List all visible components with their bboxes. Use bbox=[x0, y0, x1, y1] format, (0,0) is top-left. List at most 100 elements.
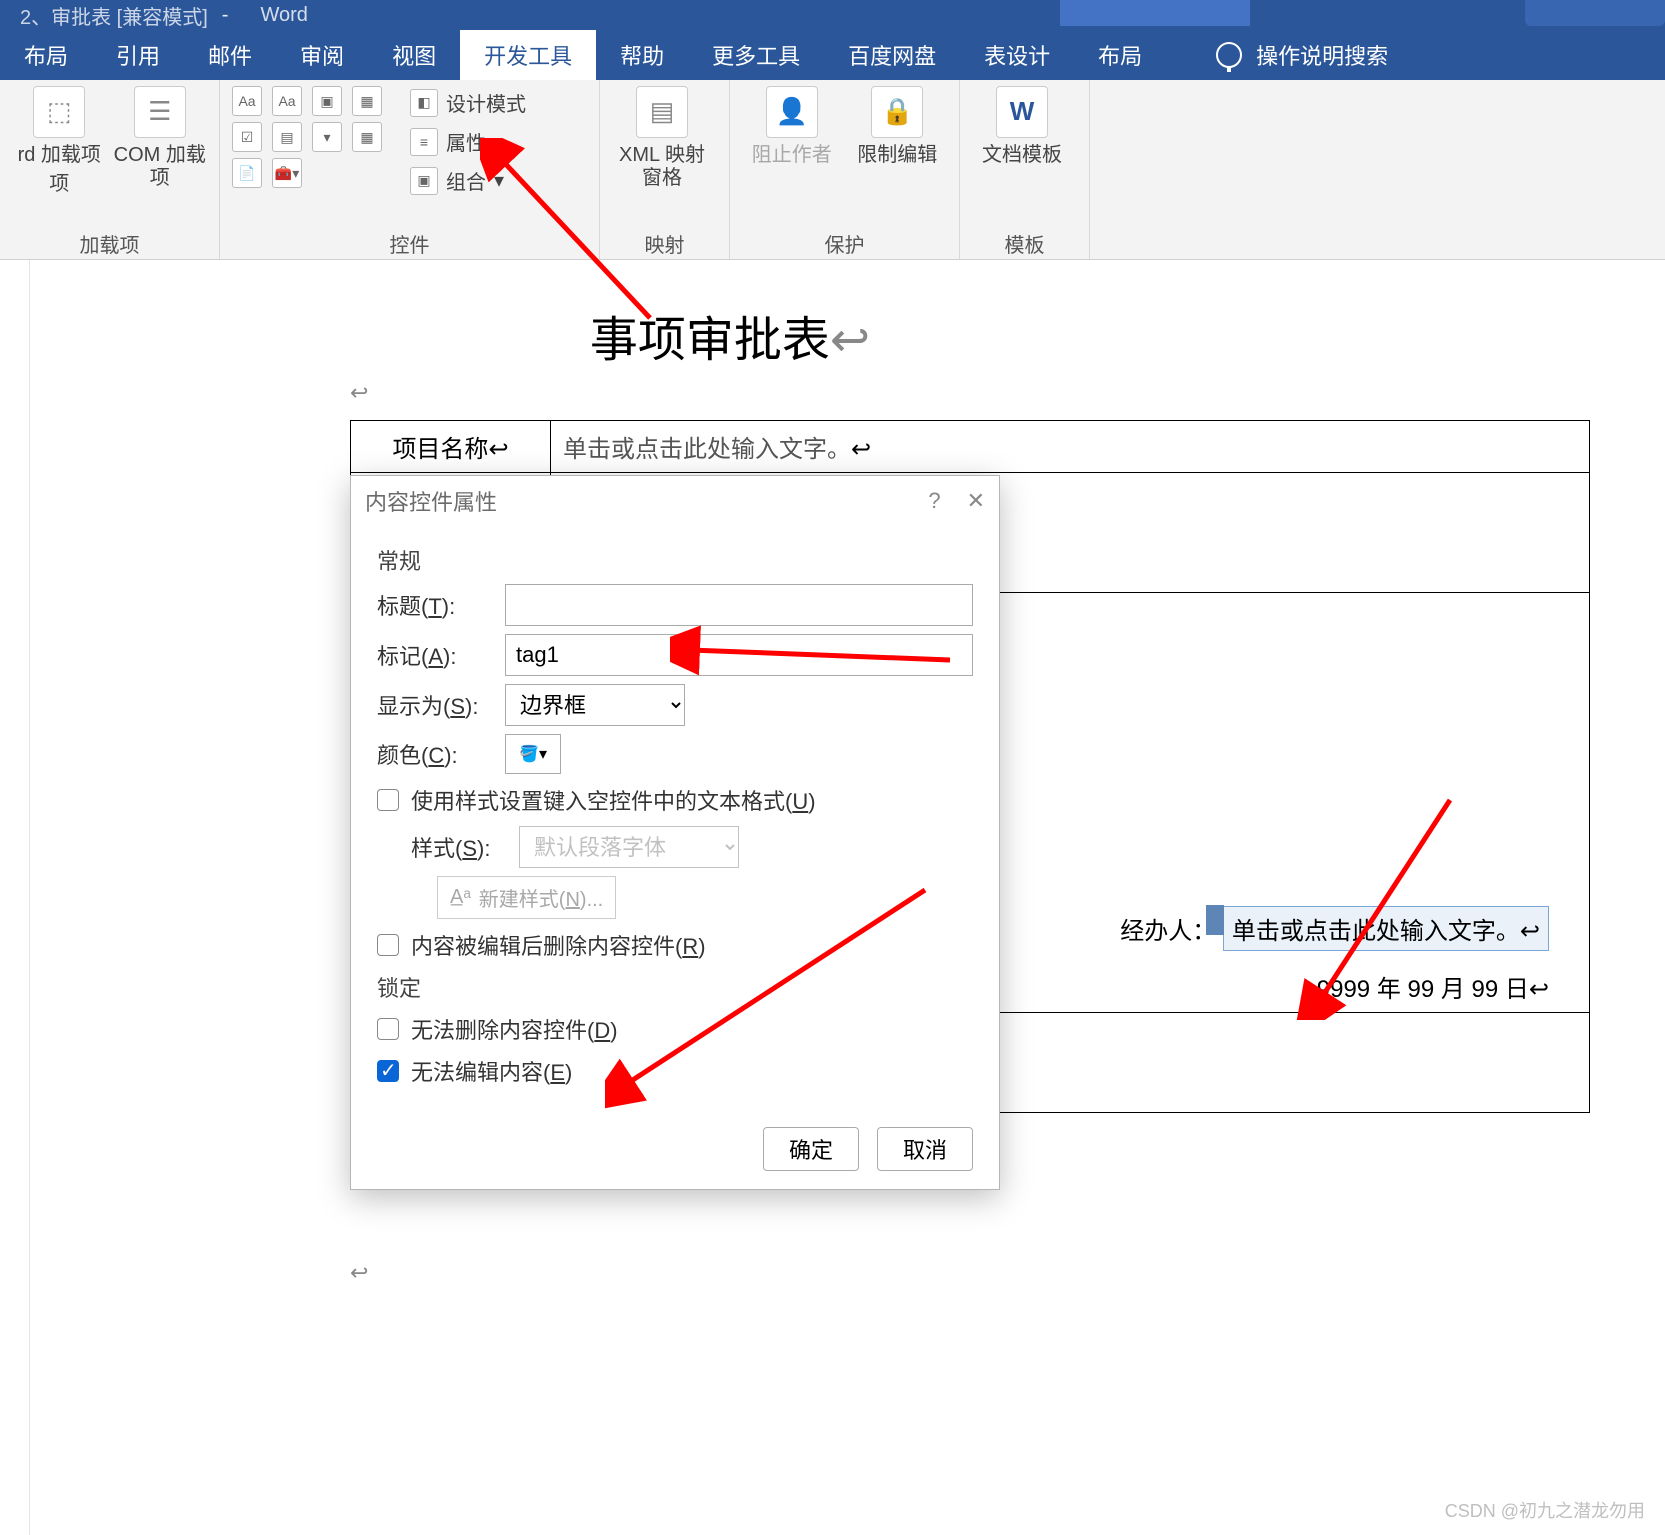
cancel-button[interactable]: 取消 bbox=[877, 1127, 973, 1171]
label-use-style: 使用样式设置键入空控件中的文本格式(U) bbox=[411, 784, 816, 816]
xml-mapping-button[interactable]: ▤ XML 映射窗格 bbox=[612, 86, 712, 190]
building-block-icon[interactable]: ▦ bbox=[352, 86, 382, 116]
label-title: 标题(T): bbox=[377, 589, 487, 621]
group-label-protect: 保护 bbox=[742, 229, 947, 255]
com-addin-icon: ☰ bbox=[134, 86, 186, 138]
tab-mailings[interactable]: 邮件 bbox=[184, 30, 276, 80]
paint-bucket-icon: 🪣 bbox=[519, 744, 539, 764]
xml-icon: ▤ bbox=[636, 86, 688, 138]
content-control-placeholder[interactable]: 单击或点击此处输入文字。 bbox=[563, 437, 851, 463]
paragraph-mark: ↩ bbox=[350, 380, 368, 406]
cell-project-name-value[interactable]: 单击或点击此处输入文字。↩ bbox=[551, 421, 1590, 473]
doc-name: 2、审批表 [兼容模式] bbox=[20, 1, 208, 30]
label-cannot-edit: 无法编辑内容(E) bbox=[411, 1055, 572, 1087]
restrict-editing-button[interactable]: 🔒 限制编辑 bbox=[848, 86, 948, 167]
tab-more-tools[interactable]: 更多工具 bbox=[688, 30, 824, 80]
label-cannot-delete: 无法删除内容控件(D) bbox=[411, 1013, 618, 1045]
checkbox-remove-after-edit[interactable] bbox=[377, 934, 399, 956]
tab-review[interactable]: 审阅 bbox=[276, 30, 368, 80]
group-addins: ⬚ rd 加载项 项 ☰ COM 加载项 加载项 bbox=[0, 80, 220, 259]
tab-baidu[interactable]: 百度网盘 bbox=[824, 30, 960, 80]
search-placeholder: 操作说明搜索 bbox=[1256, 39, 1388, 71]
handler-content-control[interactable]: 单击或点击此处输入文字。↩ bbox=[1223, 906, 1549, 951]
ok-button[interactable]: 确定 bbox=[763, 1127, 859, 1171]
group-label-addins: 加载项 bbox=[12, 229, 207, 255]
handler-label: 经办人： bbox=[1120, 918, 1216, 945]
contextual-tab-bg bbox=[1060, 0, 1250, 26]
label-show-as: 显示为(S): bbox=[377, 689, 487, 721]
template-icon: W bbox=[996, 86, 1048, 138]
paragraph-mark-end: ↩ bbox=[350, 1260, 368, 1286]
titlebar: 2、审批表 [兼容模式] - Word bbox=[0, 0, 1665, 30]
properties-button[interactable]: ≡属性 bbox=[406, 125, 530, 158]
label-remove-after-edit: 内容被编辑后删除内容控件(R) bbox=[411, 929, 706, 961]
label-style: 样式(S): bbox=[411, 831, 501, 863]
repeating-control-icon[interactable]: 📄 bbox=[232, 158, 262, 188]
ribbon-tabs: 布局 引用 邮件 审阅 视图 开发工具 帮助 更多工具 百度网盘 表设计 布局 … bbox=[0, 30, 1665, 80]
window-controls-area bbox=[1525, 0, 1665, 26]
group-button[interactable]: ▣组合 ▾ bbox=[406, 164, 530, 197]
checkbox-control-icon[interactable]: ☑ bbox=[232, 122, 262, 152]
restrict-editing-icon: 🔒 bbox=[871, 86, 923, 138]
tab-help[interactable]: 帮助 bbox=[596, 30, 688, 80]
handler-placeholder[interactable]: 单击或点击此处输入文字。 bbox=[1232, 918, 1520, 945]
date-control-icon[interactable]: ▦ bbox=[352, 122, 382, 152]
group-label-controls: 控件 bbox=[232, 229, 587, 255]
input-tag[interactable] bbox=[505, 634, 973, 676]
label-color: 颜色(C): bbox=[377, 738, 487, 770]
group-controls: Aa Aa ▣ ▦ ☑ ▤ ▾ ▦ 📄 🧰▾ ◧设计模式 ≡属性 bbox=[220, 80, 600, 259]
cc-handle-icon[interactable] bbox=[1206, 905, 1224, 935]
document-title: 事项审批表↩ bbox=[470, 300, 990, 370]
watermark: CSDN @初九之潜龙勿用 bbox=[1445, 1497, 1645, 1523]
com-addins-button[interactable]: ☰ COM 加载项 bbox=[113, 86, 208, 190]
vertical-ruler bbox=[0, 260, 30, 1535]
select-style: 默认段落字体 bbox=[519, 826, 739, 868]
block-authors-icon: 👤 bbox=[766, 86, 818, 138]
tab-references[interactable]: 引用 bbox=[92, 30, 184, 80]
select-show-as[interactable]: 边界框 bbox=[505, 684, 685, 726]
app-name: Word bbox=[260, 4, 307, 27]
checkbox-cannot-edit[interactable] bbox=[377, 1060, 399, 1082]
rich-text-control-icon[interactable]: Aa bbox=[232, 86, 262, 116]
checkbox-cannot-delete[interactable] bbox=[377, 1018, 399, 1040]
tab-developer[interactable]: 开发工具 bbox=[460, 30, 596, 80]
dropdown-control-icon[interactable]: ▾ bbox=[312, 122, 342, 152]
cell-project-name-label: 项目名称↩ bbox=[351, 421, 551, 473]
ribbon: ⬚ rd 加载项 项 ☰ COM 加载项 加载项 Aa Aa ▣ ▦ ☑ bbox=[0, 80, 1665, 260]
new-style-button: A̲ᵃ 新建样式(N)... bbox=[437, 876, 616, 919]
dialog-titlebar[interactable]: 内容控件属性 ? ✕ bbox=[351, 476, 999, 526]
input-title[interactable] bbox=[505, 584, 973, 626]
tab-page-layout[interactable]: 布局 bbox=[0, 30, 92, 80]
group-label-template: 模板 bbox=[972, 229, 1077, 255]
design-mode-button[interactable]: ◧设计模式 bbox=[406, 86, 530, 119]
content-control-properties-dialog: 内容控件属性 ? ✕ 常规 标题(T): 标记(A): 显示为(S): 边界框 … bbox=[350, 475, 1000, 1190]
close-icon[interactable]: ✕ bbox=[967, 488, 985, 514]
section-general: 常规 bbox=[377, 544, 973, 576]
lightbulb-icon bbox=[1216, 42, 1242, 68]
tab-view[interactable]: 视图 bbox=[368, 30, 460, 80]
dialog-title: 内容控件属性 bbox=[365, 485, 497, 517]
tab-layout[interactable]: 布局 bbox=[1074, 30, 1166, 80]
section-lock: 锁定 bbox=[377, 971, 973, 1003]
group-label-mapping: 映射 bbox=[612, 229, 717, 255]
word-addins-button[interactable]: ⬚ rd 加载项 项 bbox=[12, 86, 107, 196]
new-style-icon: A̲ᵃ bbox=[450, 886, 471, 909]
tell-me-search[interactable]: 操作说明搜索 bbox=[1216, 30, 1388, 80]
tab-table-design[interactable]: 表设计 bbox=[960, 30, 1074, 80]
document-template-button[interactable]: W 文档模板 bbox=[972, 86, 1072, 167]
picture-control-icon[interactable]: ▣ bbox=[312, 86, 342, 116]
plain-text-control-icon[interactable]: Aa bbox=[272, 86, 302, 116]
addin-icon: ⬚ bbox=[33, 86, 85, 138]
group-templates: W 文档模板 模板 bbox=[960, 80, 1090, 259]
help-icon[interactable]: ? bbox=[928, 488, 940, 514]
group-mapping: ▤ XML 映射窗格 映射 bbox=[600, 80, 730, 259]
group-protect: 👤 阻止作者 🔒 限制编辑 保护 bbox=[730, 80, 960, 259]
block-authors-button: 👤 阻止作者 bbox=[742, 86, 842, 167]
combo-control-icon[interactable]: ▤ bbox=[272, 122, 302, 152]
label-tag: 标记(A): bbox=[377, 639, 487, 671]
design-mode-icon: ◧ bbox=[410, 89, 438, 117]
checkbox-use-style[interactable] bbox=[377, 789, 399, 811]
color-picker[interactable]: 🪣 ▾ bbox=[505, 734, 561, 774]
properties-icon: ≡ bbox=[410, 128, 438, 156]
legacy-tools-icon[interactable]: 🧰▾ bbox=[272, 158, 302, 188]
